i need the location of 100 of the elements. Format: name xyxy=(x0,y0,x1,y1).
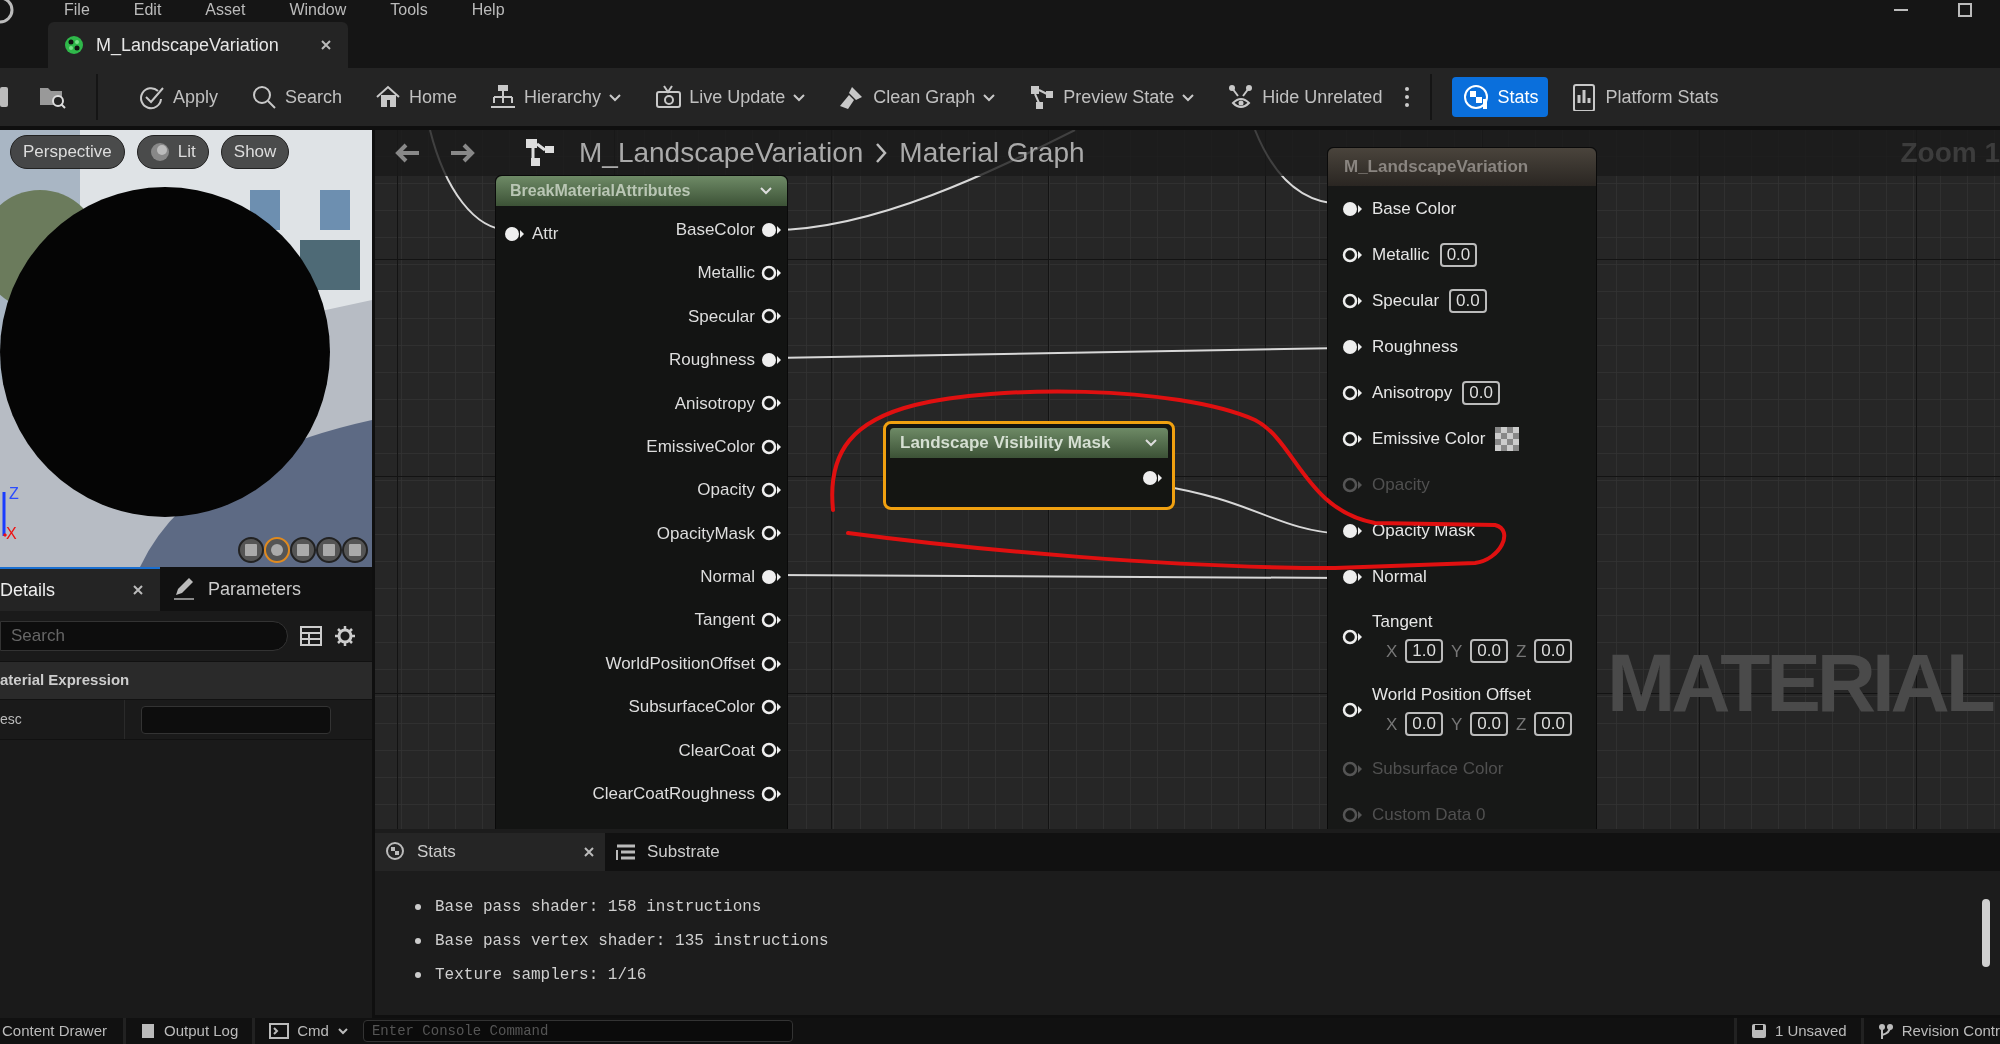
number-field[interactable]: 0.0 xyxy=(1405,712,1443,737)
pin-icon[interactable] xyxy=(1142,470,1162,486)
pin-icon[interactable] xyxy=(761,742,781,759)
panel-tab[interactable]: Details xyxy=(0,567,160,611)
bullet-icon xyxy=(415,938,421,944)
pin-icon[interactable] xyxy=(1342,293,1362,309)
node-card[interactable]: Landscape Visibility Mask xyxy=(883,421,1175,510)
viewport-button[interactable]: Lit xyxy=(136,135,209,169)
panel-tab[interactable]: Stats xyxy=(375,833,605,871)
toolbar-button[interactable]: Platform Stats xyxy=(1560,77,1729,117)
pin-icon[interactable] xyxy=(761,785,781,802)
output-log-button[interactable]: Output Log xyxy=(126,1018,256,1044)
pin-icon[interactable] xyxy=(1342,201,1362,217)
toolbar-button[interactable]: Search xyxy=(240,77,353,117)
close-icon[interactable] xyxy=(132,584,144,596)
pin-icon[interactable] xyxy=(1342,569,1362,585)
minimize-icon[interactable] xyxy=(1894,8,1908,12)
pin-icon[interactable] xyxy=(1342,701,1362,718)
pin-icon[interactable] xyxy=(1342,628,1362,645)
sphere-icon xyxy=(149,142,170,162)
revision-control-button[interactable]: Revision Contr xyxy=(1860,1018,2000,1044)
chevron-icon xyxy=(336,1027,349,1035)
pin-icon[interactable] xyxy=(1342,523,1362,539)
pin-icon[interactable] xyxy=(1342,431,1362,447)
pin-icon[interactable] xyxy=(761,568,781,585)
text-field[interactable] xyxy=(141,705,331,734)
chevron-icon[interactable] xyxy=(759,186,773,196)
chevron-icon[interactable] xyxy=(1144,438,1158,448)
breadcrumb-link[interactable]: M_LandscapeVariation xyxy=(579,132,864,174)
pin-icon[interactable] xyxy=(761,699,781,715)
tv-icon xyxy=(654,83,683,111)
maximize-icon[interactable] xyxy=(1958,3,1972,17)
toolbar-button[interactable]: Preview State xyxy=(1018,77,1206,117)
console-field[interactable]: Enter Console Command xyxy=(362,1020,793,1042)
panel-tab[interactable]: Substrate xyxy=(605,833,730,871)
toolbar-button[interactable]: Hide Unrelated xyxy=(1217,77,1393,117)
settings-icon[interactable] xyxy=(334,625,356,647)
document-tab[interactable]: M_LandscapeVariation xyxy=(48,22,348,68)
pin-label: ClearCoatRoughness xyxy=(592,783,755,805)
toolbar-button[interactable]: Home xyxy=(364,77,468,117)
pin-icon[interactable] xyxy=(761,351,781,368)
stats-icon xyxy=(385,841,407,863)
pin-label: Emissive Color xyxy=(1372,428,1486,451)
toolbar-button[interactable]: Live Update xyxy=(644,77,817,117)
color-swatch[interactable] xyxy=(1495,427,1520,451)
toolbar-button[interactable]: Clean Graph xyxy=(828,77,1007,117)
number-field[interactable]: 0.0 xyxy=(1534,639,1572,664)
pin-icon[interactable] xyxy=(761,308,781,325)
pin-icon[interactable] xyxy=(504,225,524,242)
axis-gizmo-icon xyxy=(0,490,8,540)
close-icon[interactable] xyxy=(320,39,332,51)
toolbar-button[interactable]: Apply xyxy=(128,77,229,117)
scrollbar-thumb[interactable] xyxy=(1982,899,1990,967)
node-card[interactable]: BreakMaterialAttributes Attr BaseColor Metallic Specular Roughness Anisotropy EmissiveColor Opacity OpacityMask Normal Tangent WorldPositionOffset SubsurfaceColor ClearCoat ClearCoatRoughness xyxy=(495,175,788,829)
more-icon[interactable] xyxy=(1404,86,1411,108)
menu-item[interactable]: Tools xyxy=(390,1,428,19)
graph-icon xyxy=(525,138,555,168)
pin-label: Tangent xyxy=(694,609,755,632)
pin-icon[interactable] xyxy=(761,395,781,412)
number-field[interactable]: 0.0 xyxy=(1462,381,1500,405)
breadcrumb-link[interactable]: Material Graph xyxy=(899,132,1085,174)
menu-item[interactable]: File xyxy=(64,1,90,19)
menu-item[interactable]: Window xyxy=(289,1,347,19)
number-field[interactable]: 0.0 xyxy=(1534,712,1572,737)
menu-item[interactable]: Edit xyxy=(133,1,162,19)
pin-icon[interactable] xyxy=(761,221,781,238)
pin-icon[interactable] xyxy=(1342,385,1362,401)
pin-icon[interactable] xyxy=(761,655,781,672)
pin-icon[interactable] xyxy=(761,265,781,282)
menu-item[interactable]: Asset xyxy=(205,1,246,19)
unsaved-button[interactable]: 1 Unsaved xyxy=(1733,1018,1861,1044)
log-icon xyxy=(140,1023,157,1039)
table-icon[interactable] xyxy=(300,626,322,646)
number-field[interactable]: 0.0 xyxy=(1439,243,1478,267)
number-field[interactable]: 1.0 xyxy=(1405,639,1443,664)
pin-label: Metallic xyxy=(697,262,755,285)
checker-globe-icon xyxy=(1462,83,1491,111)
pin-label: Roughness xyxy=(1372,336,1458,359)
cmd-dropdown[interactable]: Cmd xyxy=(255,1018,363,1044)
toolbar-button[interactable]: Stats xyxy=(1452,77,1549,117)
pin-icon[interactable] xyxy=(761,482,781,499)
toolbar-button[interactable]: Hierarchy xyxy=(479,77,633,117)
pin-icon[interactable] xyxy=(1342,339,1362,355)
node-card[interactable] xyxy=(1327,147,1597,829)
pin-label: Normal xyxy=(700,566,755,589)
number-field[interactable]: 0.0 xyxy=(1470,639,1508,664)
viewport-button[interactable]: Perspective xyxy=(10,135,125,169)
number-field[interactable]: 0.0 xyxy=(1470,712,1508,737)
pin-label: Specular xyxy=(1372,290,1440,313)
pin-icon[interactable] xyxy=(761,612,781,629)
content-drawer-button[interactable]: Content Drawer xyxy=(0,1018,127,1044)
pin-icon[interactable] xyxy=(1342,247,1362,263)
number-field[interactable]: 0.0 xyxy=(1449,289,1487,313)
menu-item[interactable]: Help xyxy=(471,1,505,19)
panel-tab[interactable]: Parameters xyxy=(160,567,314,611)
close-icon[interactable] xyxy=(583,846,595,858)
stat-line: Texture samplers: 1/16 xyxy=(435,965,647,986)
search-field[interactable]: Search xyxy=(0,621,288,651)
pin-icon[interactable] xyxy=(761,525,781,542)
pin-icon[interactable] xyxy=(761,438,781,455)
